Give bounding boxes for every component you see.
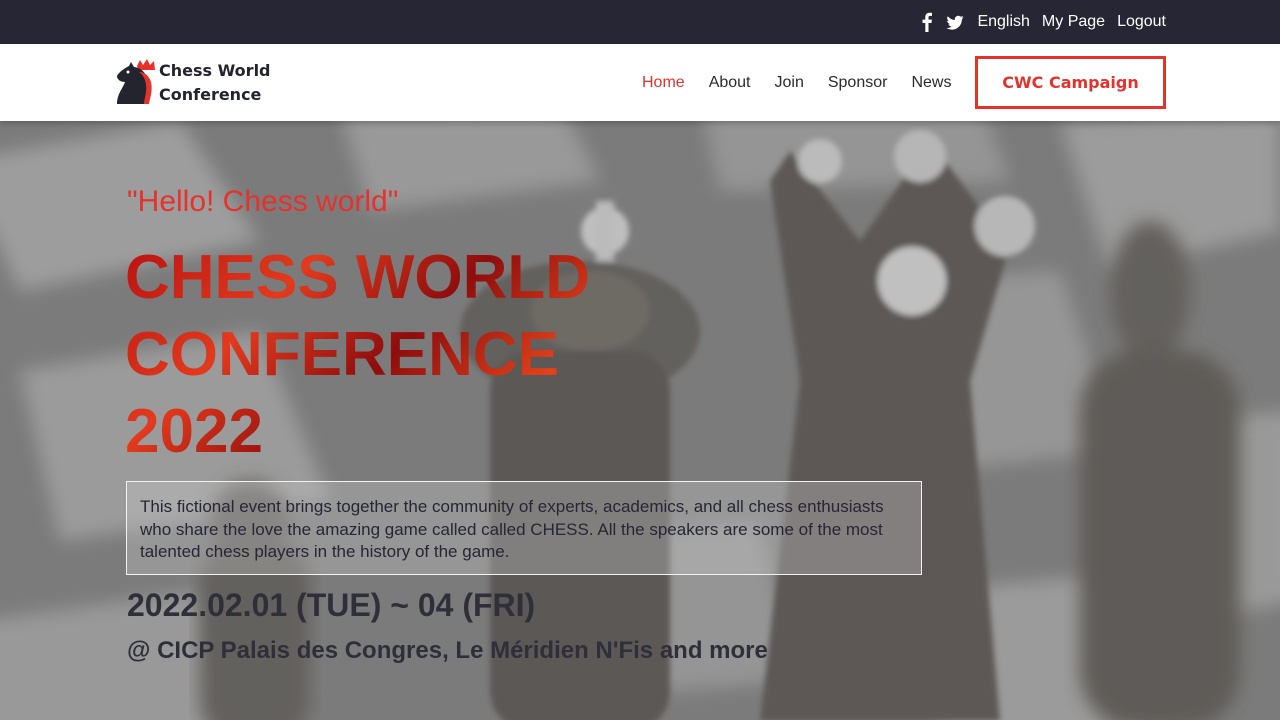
hero-tagline: "Hello! Chess world" [127,185,399,218]
hero-description: This fictional event brings together the… [126,481,922,575]
logout-link[interactable]: Logout [1117,11,1166,33]
top-utility-bar: English My Page Logout [0,0,1280,44]
nav-home[interactable]: Home [642,74,685,92]
twitter-icon[interactable] [946,12,964,32]
account-links: English My Page Logout [977,11,1166,33]
nav-about[interactable]: About [709,74,751,92]
hero-title-line-1: CHESS WORLD [125,243,590,312]
main-nav: Home About Join Sponsor News [642,44,951,121]
cwc-campaign-button[interactable]: CWC Campaign [975,56,1166,109]
hero-section: "Hello! Chess world" CHESS WORLD CONFERE… [0,121,1280,720]
nav-news[interactable]: News [911,74,951,92]
event-venue: @ CICP Palais des Congres, Le Méridien N… [127,637,768,664]
logo-line-2: Conference [159,85,262,104]
hero-title: CHESS WORLD CONFERENCE 2022 [125,239,590,470]
nav-sponsor[interactable]: Sponsor [828,74,888,92]
my-page-link[interactable]: My Page [1042,11,1105,33]
hero-title-line-3: 2022 [125,397,263,466]
language-link[interactable]: English [977,11,1029,33]
logo-text: Chess World Conference [159,59,271,107]
social-links [918,12,964,32]
logo-line-1: Chess World [159,61,271,80]
nav-join[interactable]: Join [775,74,804,92]
hero-title-line-2: CONFERENCE [125,320,560,389]
site-header: Chess World Conference Home About Join S… [0,44,1280,121]
knight-logo-icon [117,59,155,104]
site-logo[interactable]: Chess World Conference [113,58,271,108]
facebook-icon[interactable] [918,12,936,32]
event-dates: 2022.02.01 (TUE) ~ 04 (FRI) [127,587,536,623]
